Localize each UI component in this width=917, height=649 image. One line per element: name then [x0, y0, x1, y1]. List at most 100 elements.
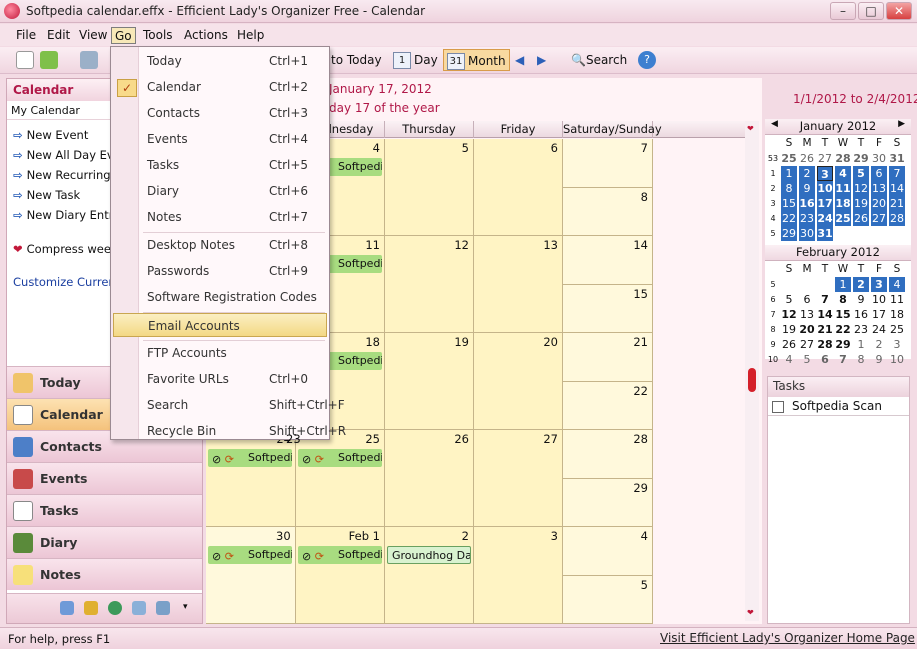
mini-calendar-day[interactable]: 5	[799, 352, 815, 367]
mini-calendar-day[interactable]: 22	[781, 211, 797, 226]
close-button[interactable]: ✕	[886, 2, 912, 20]
next-month-icon[interactable]: ▶	[898, 119, 905, 129]
mini-calendar-day[interactable]: 5	[853, 166, 869, 181]
chevron-down-icon[interactable]: ▾	[183, 602, 188, 612]
mini-calendar-day[interactable]: 5	[781, 292, 797, 307]
search-icon[interactable]	[132, 601, 146, 615]
go-menu-item-software-registration-codes[interactable]: Software Registration Codes	[113, 285, 327, 309]
mini-calendar-day[interactable]: 25	[781, 151, 797, 166]
compress-weekends-link[interactable]: ❤ Compress weeke	[13, 242, 124, 260]
sunday-cell[interactable]: 15	[563, 284, 653, 333]
home-page-link[interactable]: Visit Efficient Lady's Organizer Home Pa…	[660, 631, 915, 645]
nav-notes[interactable]: Notes	[7, 558, 202, 590]
sunday-cell[interactable]: 29	[563, 478, 653, 527]
mini-calendar-day[interactable]: 12	[781, 307, 797, 322]
mini-calendar-day[interactable]: 19	[781, 322, 797, 337]
mini-calendar-day[interactable]: 2	[871, 337, 887, 352]
mini-calendar-day[interactable]: 20	[799, 322, 815, 337]
saturday-cell[interactable]: 14	[563, 236, 653, 285]
mini-calendar-day[interactable]: 4	[835, 166, 851, 181]
mini-calendar-day[interactable]: 17	[817, 196, 833, 211]
scroll-up-icon[interactable]: ❤	[747, 124, 754, 133]
mini-calendar-day[interactable]: 1	[853, 337, 869, 352]
mini-calendar-day[interactable]: 18	[889, 307, 905, 322]
task-checkbox[interactable]	[772, 400, 784, 413]
mini-calendar-day[interactable]: 25	[889, 322, 905, 337]
mini-calendar-day[interactable]: 9	[799, 181, 815, 196]
go-menu-item-ftp-accounts[interactable]: FTP Accounts	[113, 341, 327, 365]
day-cell[interactable]: 27	[474, 430, 563, 527]
menu-help[interactable]: Help	[234, 27, 267, 44]
event-chip[interactable]: ⊘ ⟳Softpedia	[298, 546, 382, 564]
go-menu-item-email-accounts[interactable]: Email Accounts	[113, 313, 327, 337]
go-menu-item-today[interactable]: Today Ctrl+1	[113, 49, 327, 73]
desktop-notes-icon[interactable]	[60, 601, 74, 615]
new-document-icon[interactable]	[16, 51, 34, 69]
go-menu-item-favorite-urls[interactable]: Favorite URLs Ctrl+0	[113, 367, 327, 391]
next-arrow-icon[interactable]: ▶	[534, 49, 549, 71]
mini-calendar-day[interactable]: 30	[799, 226, 815, 241]
mini-calendar-day[interactable]: 26	[853, 211, 869, 226]
sunday-cell[interactable]: 5	[563, 575, 653, 624]
mini-calendar-day[interactable]: 23	[799, 211, 815, 226]
sunday-cell[interactable]: 22	[563, 381, 653, 430]
mini-calendar-day[interactable]: 24	[817, 211, 833, 226]
day-cell[interactable]: 5	[385, 139, 474, 236]
event-chip[interactable]: ⊘ ⟳Softpedia	[298, 449, 382, 467]
go-menu-item-notes[interactable]: Notes Ctrl+7	[113, 205, 327, 229]
print-icon[interactable]	[80, 51, 98, 69]
mini-calendar-day[interactable]: 10	[889, 352, 905, 367]
day-cell[interactable]: 12	[385, 236, 474, 333]
mini-calendar-day[interactable]: 3	[817, 166, 833, 181]
menu-go[interactable]: Go	[111, 27, 136, 44]
ftp-icon[interactable]	[156, 601, 170, 615]
mini-calendar-day[interactable]: 17	[871, 307, 887, 322]
mini-calendar-day[interactable]: 27	[799, 337, 815, 352]
mini-calendar-day[interactable]: 10	[817, 181, 833, 196]
saturday-cell[interactable]: 21	[563, 333, 653, 382]
saturday-cell[interactable]: 4	[563, 527, 653, 576]
passwords-key-icon[interactable]	[84, 601, 98, 615]
mini-calendar-day[interactable]: 3	[871, 277, 887, 292]
mini-calendar-day[interactable]: 7	[889, 166, 905, 181]
mini-calendar-day[interactable]: 25	[835, 211, 851, 226]
nav-events[interactable]: Events	[7, 462, 202, 494]
mini-calendar-day[interactable]: 24	[871, 322, 887, 337]
groundhog-day-event[interactable]: Groundhog Day	[387, 546, 471, 564]
go-menu-item-events[interactable]: Events Ctrl+4	[113, 127, 327, 151]
previous-arrow-icon[interactable]: ◀	[512, 49, 527, 71]
go-menu-item-tasks[interactable]: Tasks Ctrl+5	[113, 153, 327, 177]
mini-calendar-day[interactable]: 23	[853, 322, 869, 337]
mini-calendar-day[interactable]: 15	[835, 307, 851, 322]
mini-calendar-day[interactable]: 28	[889, 211, 905, 226]
mini-calendar-day[interactable]: 27	[817, 151, 833, 166]
minimize-button[interactable]: –	[830, 2, 856, 20]
day-cell[interactable]: 25	[296, 430, 385, 527]
saturday-cell[interactable]: 28	[563, 430, 653, 479]
mini-calendar-day[interactable]: 4	[889, 277, 905, 292]
day-cell[interactable]: Feb 1	[296, 527, 385, 624]
day-cell[interactable]: 6	[474, 139, 563, 236]
mini-calendar-day[interactable]: 7	[835, 352, 851, 367]
mini-calendar-day[interactable]: 29	[853, 151, 869, 166]
day-cell[interactable]: 24	[206, 430, 296, 527]
mini-calendar-day[interactable]: 27	[871, 211, 887, 226]
saturday-cell[interactable]: 7	[563, 139, 653, 188]
day-cell[interactable]: 20	[474, 333, 563, 430]
menu-actions[interactable]: Actions	[181, 27, 231, 44]
maximize-button[interactable]: □	[858, 2, 884, 20]
mini-calendar-day[interactable]: 13	[871, 181, 887, 196]
go-menu-item-search[interactable]: Search Shift+Ctrl+F	[113, 393, 345, 417]
mini-calendar-day[interactable]: 8	[781, 181, 797, 196]
mini-calendar-day[interactable]: 16	[799, 196, 815, 211]
mini-calendar-day[interactable]: 10	[871, 292, 887, 307]
day-view-button[interactable]: 1 Day	[390, 49, 441, 71]
go-menu-item-contacts[interactable]: Contacts Ctrl+3	[113, 101, 327, 125]
sunday-cell[interactable]: 8	[563, 187, 653, 236]
previous-month-icon[interactable]: ◀	[771, 119, 778, 129]
go-menu-item-desktop-notes[interactable]: Desktop Notes Ctrl+8	[113, 233, 327, 257]
mini-calendar-day[interactable]: 6	[871, 166, 887, 181]
mini-calendar-day[interactable]: 6	[817, 352, 833, 367]
mini-calendar-day[interactable]: 14	[817, 307, 833, 322]
new-recurring-link[interactable]: ⇨ New Recurring I	[13, 168, 118, 186]
